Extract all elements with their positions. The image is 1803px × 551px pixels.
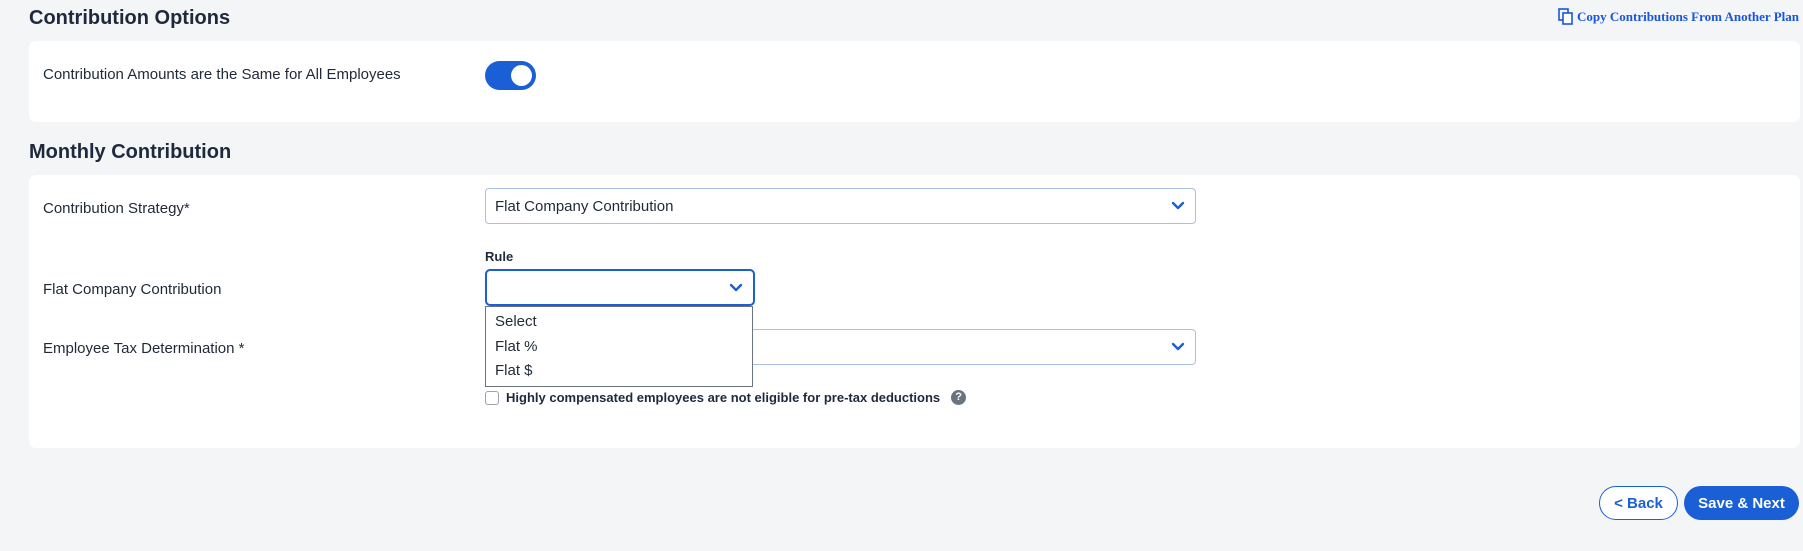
hce-checkbox-row: Highly compensated employees are not eli…	[485, 390, 967, 405]
contribution-strategy-select[interactable]: Flat Company Contribution	[485, 188, 1196, 224]
employee-tax-determination-label: Employee Tax Determination *	[43, 340, 245, 357]
chevron-down-icon	[729, 283, 743, 291]
copy-contributions-label: Copy Contributions From Another Plan	[1577, 8, 1799, 24]
hce-checkbox[interactable]	[485, 390, 499, 405]
rule-dropdown-menu: Select Flat % Flat $	[485, 306, 753, 388]
rule-option-select[interactable]: Select	[486, 310, 752, 335]
monthly-contribution-title: Monthly Contribution	[29, 141, 232, 163]
hce-checkbox-label: Highly compensated employees are not eli…	[506, 390, 941, 405]
contribution-strategy-label: Contribution Strategy*	[43, 200, 190, 217]
chevron-down-icon	[1171, 201, 1185, 210]
same-amounts-label: Contribution Amounts are the Same for Al…	[43, 66, 401, 83]
chevron-down-icon	[1171, 342, 1185, 351]
back-button[interactable]: < Back	[1599, 486, 1678, 520]
flat-company-contribution-label: Flat Company Contribution	[43, 281, 222, 298]
rule-label: Rule	[485, 249, 514, 264]
toggle-knob	[511, 65, 532, 86]
rule-option-flat-percent[interactable]: Flat %	[486, 335, 752, 360]
rule-option-flat-dollar[interactable]: Flat $	[486, 359, 752, 384]
rule-select[interactable]	[485, 269, 755, 306]
help-icon[interactable]: ?	[951, 390, 967, 405]
copy-icon	[1558, 8, 1573, 25]
contribution-options-card: Contribution Amounts are the Same for Al…	[29, 41, 1800, 122]
save-next-button[interactable]: Save & Next	[1684, 486, 1799, 520]
contribution-options-title: Contribution Options	[29, 7, 231, 29]
same-amounts-toggle[interactable]	[485, 61, 536, 90]
contribution-strategy-value: Flat Company Contribution	[495, 197, 674, 215]
copy-contributions-link[interactable]: Copy Contributions From Another Plan	[1558, 8, 1799, 25]
monthly-contribution-card: Contribution Strategy* Flat Company Cont…	[29, 175, 1800, 448]
